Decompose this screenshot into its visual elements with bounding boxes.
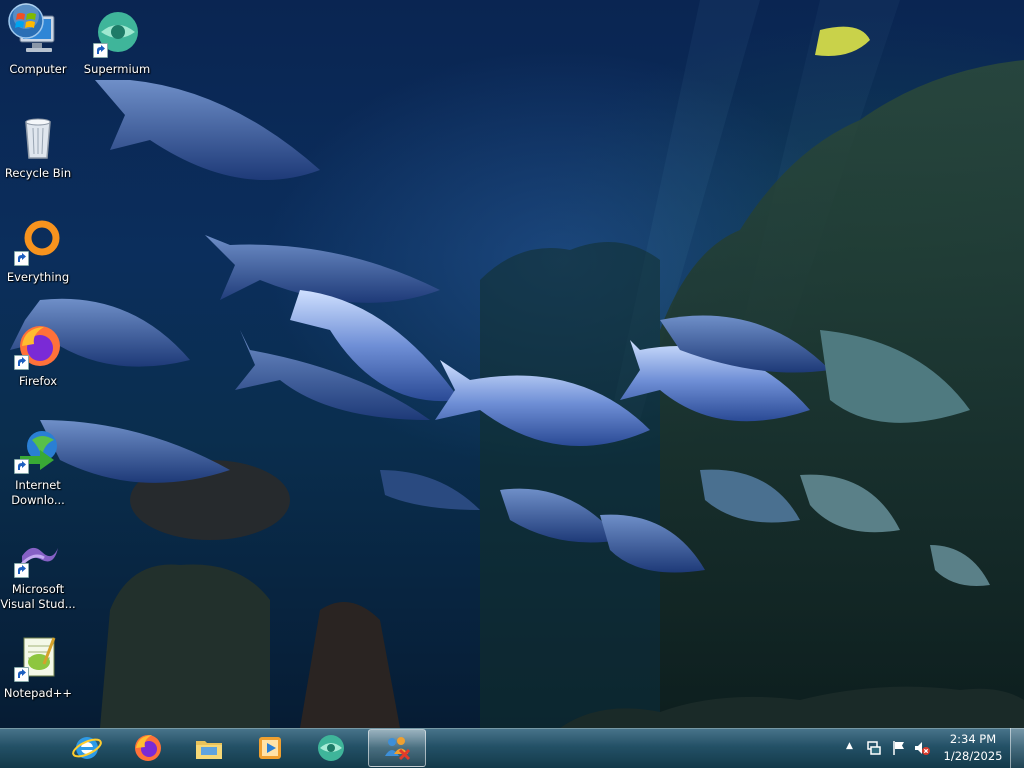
taskbar-supermium[interactable] (302, 729, 360, 767)
desktop-icon-recycle-bin[interactable]: Recycle Bin (0, 108, 76, 204)
shortcut-arrow-icon (14, 459, 29, 474)
shortcut-arrow-icon (14, 355, 29, 370)
clock-date: 1/28/2025 (943, 749, 1003, 763)
everything-icon (14, 218, 62, 266)
shortcut-arrow-icon (14, 563, 29, 578)
windows-start-orb-icon (8, 3, 44, 39)
notepad-plus-plus-icon (14, 634, 62, 682)
start-button[interactable] (6, 2, 46, 40)
desktop-icon-firefox[interactable]: Firefox (0, 316, 76, 412)
desktop-icon-internet-download-manager[interactable]: Internet Downlo... (0, 420, 76, 516)
recycle-bin-icon (14, 114, 62, 162)
taskbar-media-player[interactable] (241, 729, 299, 767)
internet-download-manager-icon (14, 426, 62, 474)
underwater-fish-scene (10, 0, 1024, 728)
clock-time: 2:34 PM (949, 732, 997, 746)
desktop-icon-label: Computer (9, 62, 67, 76)
taskbar-firefox[interactable] (119, 729, 177, 767)
network-icon[interactable] (866, 740, 882, 756)
desktop-icon-notepad-plus-plus[interactable]: Notepad++ (0, 628, 76, 724)
firefox-icon (14, 322, 62, 370)
folder-icon (196, 741, 222, 759)
show-desktop-button[interactable] (1010, 728, 1024, 768)
desktop-icon-label: Notepad++ (3, 686, 73, 700)
shortcut-arrow-icon (14, 251, 29, 266)
shortcut-arrow-icon (14, 667, 29, 682)
desktop-icon-label: Everything (6, 270, 70, 284)
media-player-icon (259, 737, 281, 759)
internet-explorer-icon (72, 737, 102, 759)
desktop-icon-visual-studio[interactable]: Microsoft Visual Stud... (0, 524, 76, 620)
desktop-icon-supermium[interactable]: Supermium (79, 4, 155, 100)
network-users-icon (385, 737, 411, 761)
desktop-icon-everything[interactable]: Everything (0, 212, 76, 308)
volume-muted-icon[interactable] (914, 740, 930, 756)
firefox-icon (135, 735, 161, 761)
system-clock[interactable]: 2:34 PM 1/28/2025 (938, 731, 1008, 765)
desktop-icon-label: Firefox (18, 374, 58, 388)
desktop-icon-label: Recycle Bin (4, 166, 72, 180)
action-center-flag-icon[interactable] (891, 740, 907, 756)
desktop-wallpaper (0, 0, 1024, 728)
taskbar-file-explorer[interactable] (180, 729, 238, 767)
taskbar-internet-explorer[interactable] (58, 729, 116, 767)
desktop-icon-label: Supermium (83, 62, 151, 76)
supermium-icon (93, 10, 141, 58)
desktop-icon-label: Microsoft Visual Stud... (0, 582, 76, 611)
desktop-icon-label: Internet Downlo... (11, 478, 65, 507)
show-hidden-icons-button[interactable]: ▲ (846, 741, 853, 751)
shortcut-arrow-icon (93, 43, 108, 58)
supermium-icon (318, 735, 344, 761)
taskbar-network-users[interactable] (368, 729, 426, 767)
visual-studio-icon (14, 530, 62, 578)
